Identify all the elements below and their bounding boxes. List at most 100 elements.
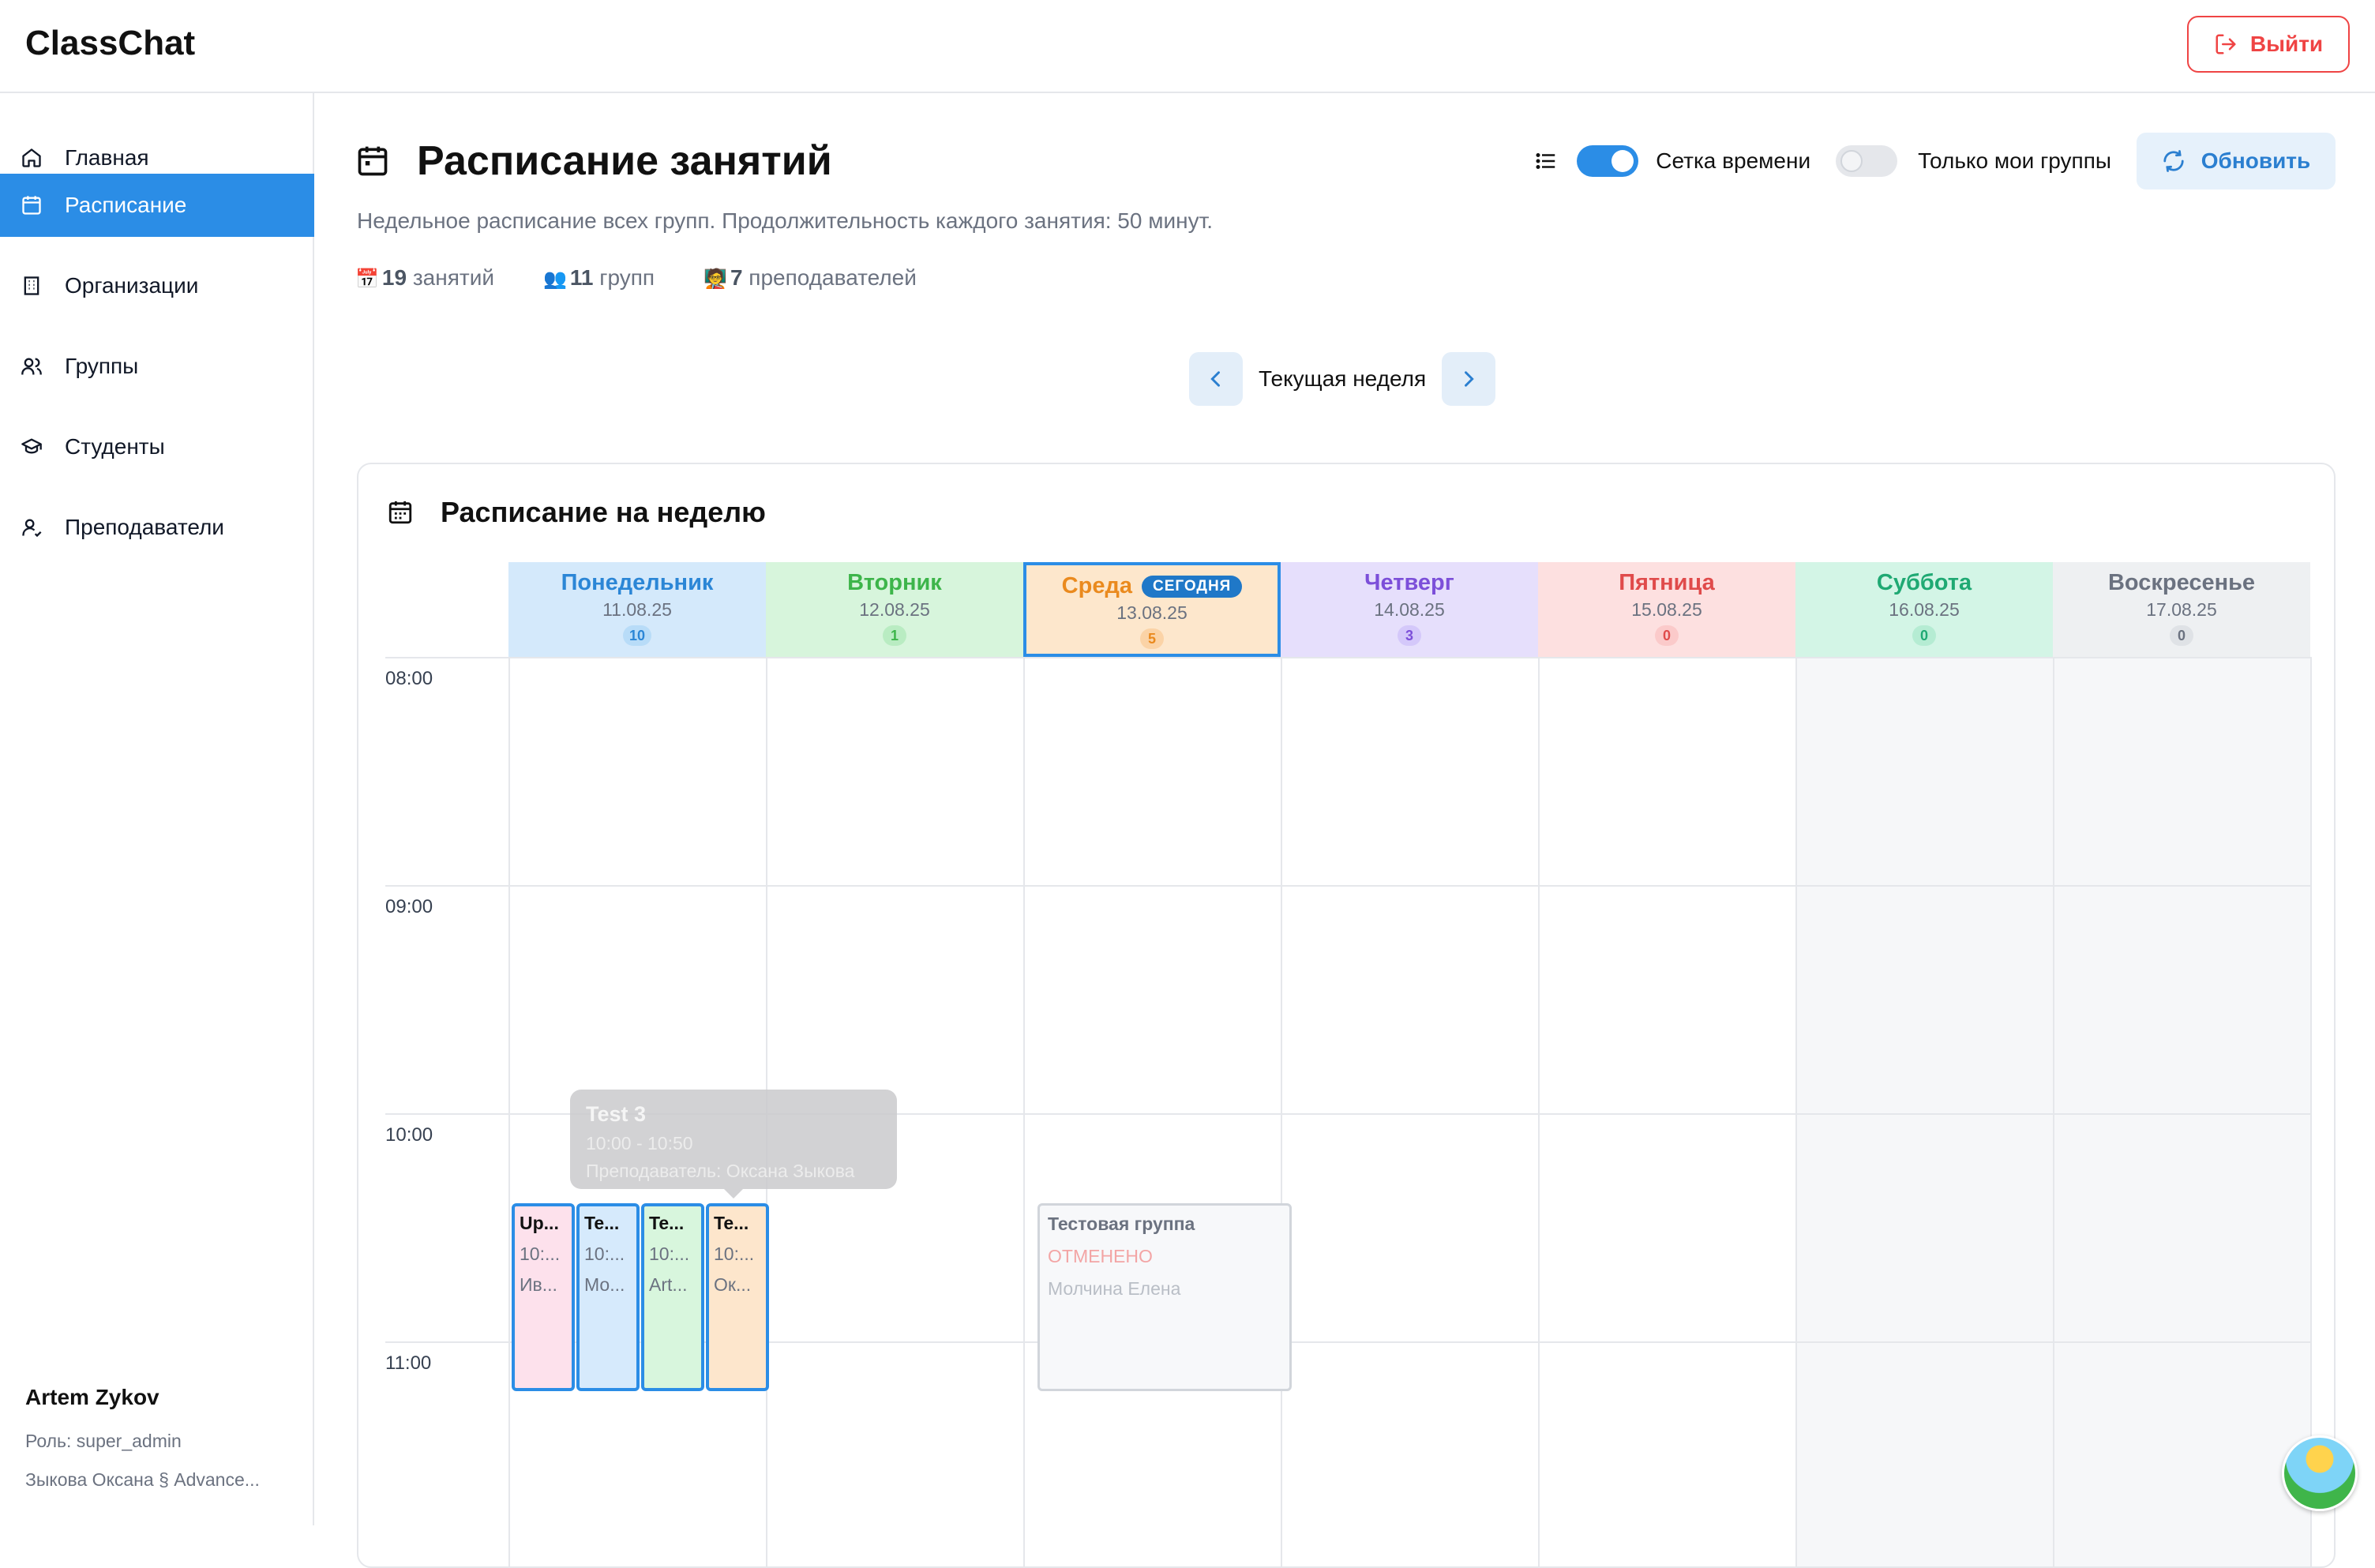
day-date: 15.08.25	[1538, 599, 1795, 621]
sidebar-item-students[interactable]: Студенты	[0, 415, 314, 478]
stat-groups: 👥11 групп	[543, 265, 655, 291]
column-divider	[1795, 657, 1797, 1568]
lesson-time: 10:...	[520, 1244, 567, 1265]
day-date: 11.08.25	[508, 599, 766, 621]
sidebar-item-label: Организации	[65, 273, 198, 298]
logout-label: Выйти	[2250, 32, 2323, 57]
day-header[interactable]: Пятница15.08.250	[1538, 562, 1795, 657]
page-subtitle: Недельное расписание всех групп. Продолж…	[357, 208, 1213, 234]
today-badge: СЕГОДНЯ	[1142, 576, 1242, 598]
building-icon	[21, 275, 43, 297]
sidebar-item-groups[interactable]: Группы	[0, 335, 314, 398]
day-name: Воскресенье	[2108, 570, 2255, 595]
lesson-card[interactable]: Te... 10:... Art...	[641, 1203, 704, 1391]
refresh-icon	[2162, 149, 2186, 173]
users-icon	[21, 355, 43, 377]
user-organization: Зыкова Оксана § Advance...	[25, 1469, 294, 1491]
user-icon	[21, 516, 43, 538]
column-divider	[2053, 657, 2054, 1568]
tooltip-title: Test 3	[586, 1102, 881, 1127]
schedule-controls: Сетка времени Только мои группы Обновить	[1534, 133, 2336, 189]
day-date: 12.08.25	[766, 599, 1023, 621]
user-role: Роль: super_admin	[25, 1431, 294, 1452]
day-date: 17.08.25	[2053, 599, 2310, 621]
lesson-card[interactable]: Te... 10:... Ок...	[706, 1203, 769, 1391]
lesson-time: 10:...	[649, 1244, 696, 1265]
my-groups-label: Только мои группы	[1918, 148, 2111, 174]
lesson-title: Тестовая группа	[1048, 1214, 1281, 1235]
day-header[interactable]: Понедельник11.08.2510	[508, 562, 766, 657]
toggle-knob	[1611, 150, 1634, 172]
lesson-count-badge: 0	[1655, 625, 1679, 646]
column-divider	[1281, 657, 1282, 1568]
sidebar-item-label: Группы	[65, 354, 138, 379]
tooltip-time: 10:00 - 10:50	[586, 1133, 881, 1154]
hour-line	[385, 885, 2310, 887]
day-name: Понедельник	[561, 570, 714, 595]
week-label: Текущая неделя	[1259, 366, 1426, 392]
day-date: 13.08.25	[1026, 602, 1278, 624]
assistant-avatar-button[interactable]	[2282, 1435, 2358, 1511]
my-groups-toggle[interactable]	[1836, 145, 1897, 177]
lesson-count-badge: 1	[883, 625, 906, 646]
lesson-teacher: Ок...	[714, 1274, 761, 1296]
logout-button[interactable]: Выйти	[2187, 16, 2350, 73]
sidebar: Главная Расписание Организации Группы Ст…	[0, 93, 314, 1525]
day-header[interactable]: Воскресенье 17.08.25 0	[2053, 562, 2310, 657]
sidebar-item-schedule[interactable]: Расписание	[0, 174, 314, 237]
list-view-icon[interactable]	[1534, 149, 1558, 173]
refresh-button[interactable]: Обновить	[2137, 133, 2336, 189]
sidebar-item-organizations[interactable]: Организации	[0, 254, 314, 317]
calendar-icon	[387, 499, 414, 526]
lesson-count-badge: 0	[2170, 625, 2193, 646]
chevron-left-icon	[1205, 368, 1227, 390]
home-icon	[21, 147, 43, 169]
day-name: Среда	[1062, 573, 1132, 598]
lesson-teacher: Art...	[649, 1274, 696, 1296]
brand-logo[interactable]: ClassChat	[25, 24, 195, 63]
column-divider	[508, 657, 510, 1568]
lesson-teacher: Мо...	[584, 1274, 632, 1296]
lesson-teacher: Ив...	[520, 1274, 567, 1296]
time-grid-toggle[interactable]	[1577, 145, 1638, 177]
column-divider	[1023, 657, 1025, 1568]
lesson-count-badge: 0	[1912, 625, 1936, 646]
sidebar-item-label: Расписание	[65, 193, 186, 218]
user-info: Artem Zykov Роль: super_admin Зыкова Окс…	[25, 1385, 294, 1491]
user-name: Artem Zykov	[25, 1385, 294, 1410]
tooltip-teacher: Преподаватель: Оксана Зыкова	[586, 1161, 881, 1182]
prev-week-button[interactable]	[1189, 352, 1243, 406]
chevron-right-icon	[1458, 368, 1480, 390]
toggle-knob	[1840, 150, 1863, 172]
day-date: 14.08.25	[1281, 599, 1538, 621]
main-content: Расписание занятий Сетка времени Только …	[332, 93, 2375, 1525]
lesson-title: Te...	[584, 1213, 632, 1234]
sidebar-item-teachers[interactable]: Преподаватели	[0, 496, 314, 559]
column-divider	[2310, 657, 2312, 1568]
time-label: 10:00	[385, 1124, 433, 1146]
next-week-button[interactable]	[1442, 352, 1495, 406]
lesson-time: 10:...	[584, 1244, 632, 1265]
day-name: Вторник	[847, 570, 942, 595]
calendar-icon	[355, 144, 390, 178]
day-header[interactable]: Четверг 14.08.25 3	[1281, 562, 1538, 657]
stat-lessons: 📅19 занятий	[355, 265, 494, 291]
day-name: Четверг	[1364, 570, 1454, 595]
lesson-status: ОТМЕНЕНО	[1048, 1246, 1281, 1267]
day-name: Суббота	[1877, 570, 1972, 595]
time-label: 11:00	[385, 1352, 431, 1375]
lesson-card[interactable]: Te... 10:... Мо...	[576, 1203, 640, 1391]
week-navigation: Текущая неделя	[1189, 352, 1495, 406]
day-header[interactable]: Вторник 12.08.25 1	[766, 562, 1023, 657]
lesson-count-badge: 3	[1398, 625, 1421, 646]
logout-icon	[2214, 32, 2238, 56]
cancelled-lesson-card[interactable]: Тестовая группа ОТМЕНЕНО Молчина Елена	[1037, 1203, 1292, 1391]
lesson-card[interactable]: Up... 10:... Ив...	[512, 1203, 575, 1391]
day-header[interactable]: Суббота 16.08.25 0	[1795, 562, 2053, 657]
day-header[interactable]: СредаСЕГОДНЯ13.08.255	[1023, 562, 1281, 657]
lesson-time: 10:...	[714, 1244, 761, 1265]
card-header: Расписание на неделю	[387, 496, 766, 529]
day-date: 16.08.25	[1795, 599, 2053, 621]
column-divider	[1538, 657, 1540, 1568]
top-bar: ClassChat Выйти	[0, 0, 2375, 93]
